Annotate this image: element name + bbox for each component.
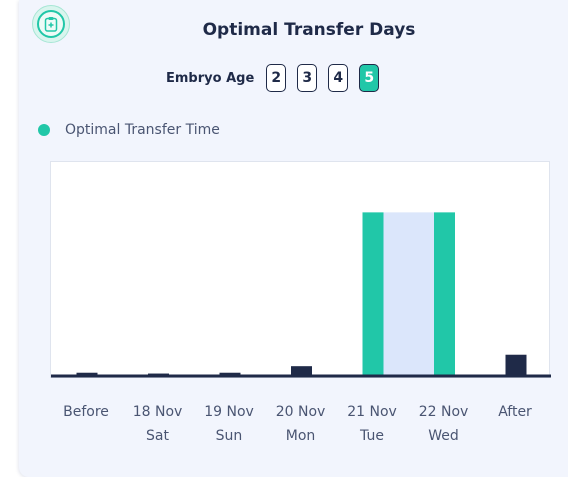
x-tick-date: 19 Nov <box>204 404 254 420</box>
optimal-transfer-card: Optimal Transfer Days Embryo Age 2 3 4 5… <box>19 0 568 477</box>
embryo-age-4-button[interactable]: 4 <box>328 64 349 92</box>
clipboard-badge[interactable] <box>32 5 70 43</box>
embryo-age-2-button[interactable]: 2 <box>266 64 287 92</box>
plot-area <box>50 161 551 378</box>
x-tick-date: Before <box>63 404 109 420</box>
embryo-age-selector: Embryo Age 2 3 4 5 <box>166 63 390 93</box>
optimal-day-bar <box>434 212 455 376</box>
x-tick-date: 18 Nov <box>132 404 183 420</box>
legend-label: Optimal Transfer Time <box>65 122 220 138</box>
embryo-age-label: Embryo Age <box>166 70 255 86</box>
day-bar <box>505 354 527 376</box>
x-tick-label: After <box>480 400 550 424</box>
x-tick-weekday: Sun <box>215 428 243 444</box>
x-tick-label: Before <box>51 400 121 424</box>
clipboard-icon <box>37 10 65 38</box>
embryo-age-3-button[interactable]: 3 <box>297 64 318 92</box>
x-tick-date: 22 Nov <box>418 404 469 420</box>
chart-legend: Optimal Transfer Time <box>38 122 220 138</box>
x-tick-weekday: Sat <box>146 428 169 444</box>
x-tick-label: 21 Nov Tue <box>337 400 407 448</box>
x-tick-label: 20 Nov Mon <box>266 400 336 448</box>
optimal-range-band <box>383 212 434 376</box>
legend-swatch <box>38 124 50 136</box>
x-tick-date: 21 Nov <box>347 404 397 420</box>
x-tick-weekday: Tue <box>360 428 384 444</box>
x-tick-label: 18 Nov Sat <box>123 400 193 448</box>
optimal-day-bar <box>362 212 384 376</box>
x-tick-label: 22 Nov Wed <box>409 400 479 448</box>
chart-title: Optimal Transfer Days <box>202 20 416 40</box>
x-tick-date: 20 Nov <box>275 404 326 420</box>
x-tick-weekday: Wed <box>428 428 459 444</box>
x-tick-weekday: Mon <box>285 428 316 444</box>
bar-chart <box>51 212 551 378</box>
embryo-age-5-button[interactable]: 5 <box>359 64 380 92</box>
x-axis-labels: Before 18 Nov Sat 19 Nov Sun 20 Nov Mon 21 Nov T… <box>50 400 550 460</box>
x-tick-label: 19 Nov Sun <box>194 400 264 448</box>
x-tick-date: After <box>498 404 532 420</box>
